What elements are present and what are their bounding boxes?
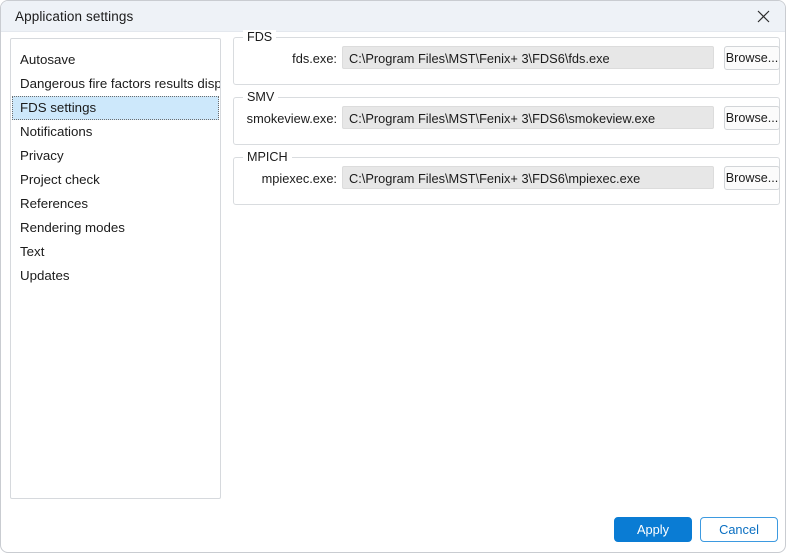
cancel-button-label: Cancel xyxy=(719,522,759,537)
groupbox-title: FDS xyxy=(243,30,276,44)
field-label: smokeview.exe: xyxy=(234,111,337,126)
sidebar-item-fds-settings[interactable]: FDS settings xyxy=(12,96,219,120)
browse-button-label: Browse... xyxy=(726,171,779,185)
path-input[interactable]: C:\Program Files\MST\Fenix+ 3\FDS6\fds.e… xyxy=(342,46,714,69)
sidebar-item-rendering-modes[interactable]: Rendering modes xyxy=(11,216,220,240)
sidebar-item-notifications[interactable]: Notifications xyxy=(11,120,220,144)
apply-button[interactable]: Apply xyxy=(614,517,692,542)
sidebar-item-updates[interactable]: Updates xyxy=(11,264,220,288)
sidebar-item-autosave[interactable]: Autosave xyxy=(11,48,220,72)
application-settings-dialog: Application settings Autosave Dangerous f… xyxy=(0,0,786,553)
apply-button-label: Apply xyxy=(637,522,669,537)
sidebar-item-label: Privacy xyxy=(20,148,64,163)
sidebar-item-references[interactable]: References xyxy=(11,192,220,216)
close-icon[interactable] xyxy=(741,1,785,31)
sidebar-item-label: Notifications xyxy=(20,124,92,139)
browse-button-label: Browse... xyxy=(726,111,779,125)
sidebar-item-label: References xyxy=(20,196,88,211)
field-label: fds.exe: xyxy=(234,51,337,66)
sidebar-item-label: Updates xyxy=(20,268,70,283)
browse-button[interactable]: Browse... xyxy=(724,46,780,70)
sidebar-item-label: FDS settings xyxy=(20,100,96,115)
browse-button[interactable]: Browse... xyxy=(724,106,780,130)
settings-category-list[interactable]: Autosave Dangerous fire factors results d… xyxy=(10,38,221,499)
sidebar-item-label: Dangerous fire factors results display xyxy=(20,76,221,91)
sidebar-item-project-check[interactable]: Project check xyxy=(11,168,220,192)
path-input[interactable]: C:\Program Files\MST\Fenix+ 3\FDS6\mpiex… xyxy=(342,166,714,189)
path-input[interactable]: C:\Program Files\MST\Fenix+ 3\FDS6\smoke… xyxy=(342,106,714,129)
groupbox-title: MPICH xyxy=(243,150,292,164)
sidebar-item-privacy[interactable]: Privacy xyxy=(11,144,220,168)
groupbox-title: SMV xyxy=(243,90,278,104)
sidebar-item-text[interactable]: Text xyxy=(11,240,220,264)
title-bar: Application settings xyxy=(1,1,785,32)
sidebar-item-label: Text xyxy=(20,244,44,259)
browse-button[interactable]: Browse... xyxy=(724,166,780,190)
field-label: mpiexec.exe: xyxy=(234,171,337,186)
cancel-button[interactable]: Cancel xyxy=(700,517,778,542)
sidebar-item-label: Autosave xyxy=(20,52,75,67)
sidebar-item-label: Rendering modes xyxy=(20,220,125,235)
sidebar-item-dangerous-fire-factors-results-display[interactable]: Dangerous fire factors results display xyxy=(11,72,220,96)
sidebar-item-label: Project check xyxy=(20,172,100,187)
browse-button-label: Browse... xyxy=(726,51,779,65)
window-title: Application settings xyxy=(15,9,133,24)
groupbox-mpich: MPICHmpiexec.exe:C:\Program Files\MST\Fe… xyxy=(233,157,780,205)
groupbox-smv: SMVsmokeview.exe:C:\Program Files\MST\Fe… xyxy=(233,97,780,145)
groupbox-fds: FDSfds.exe:C:\Program Files\MST\Fenix+ 3… xyxy=(233,37,780,85)
